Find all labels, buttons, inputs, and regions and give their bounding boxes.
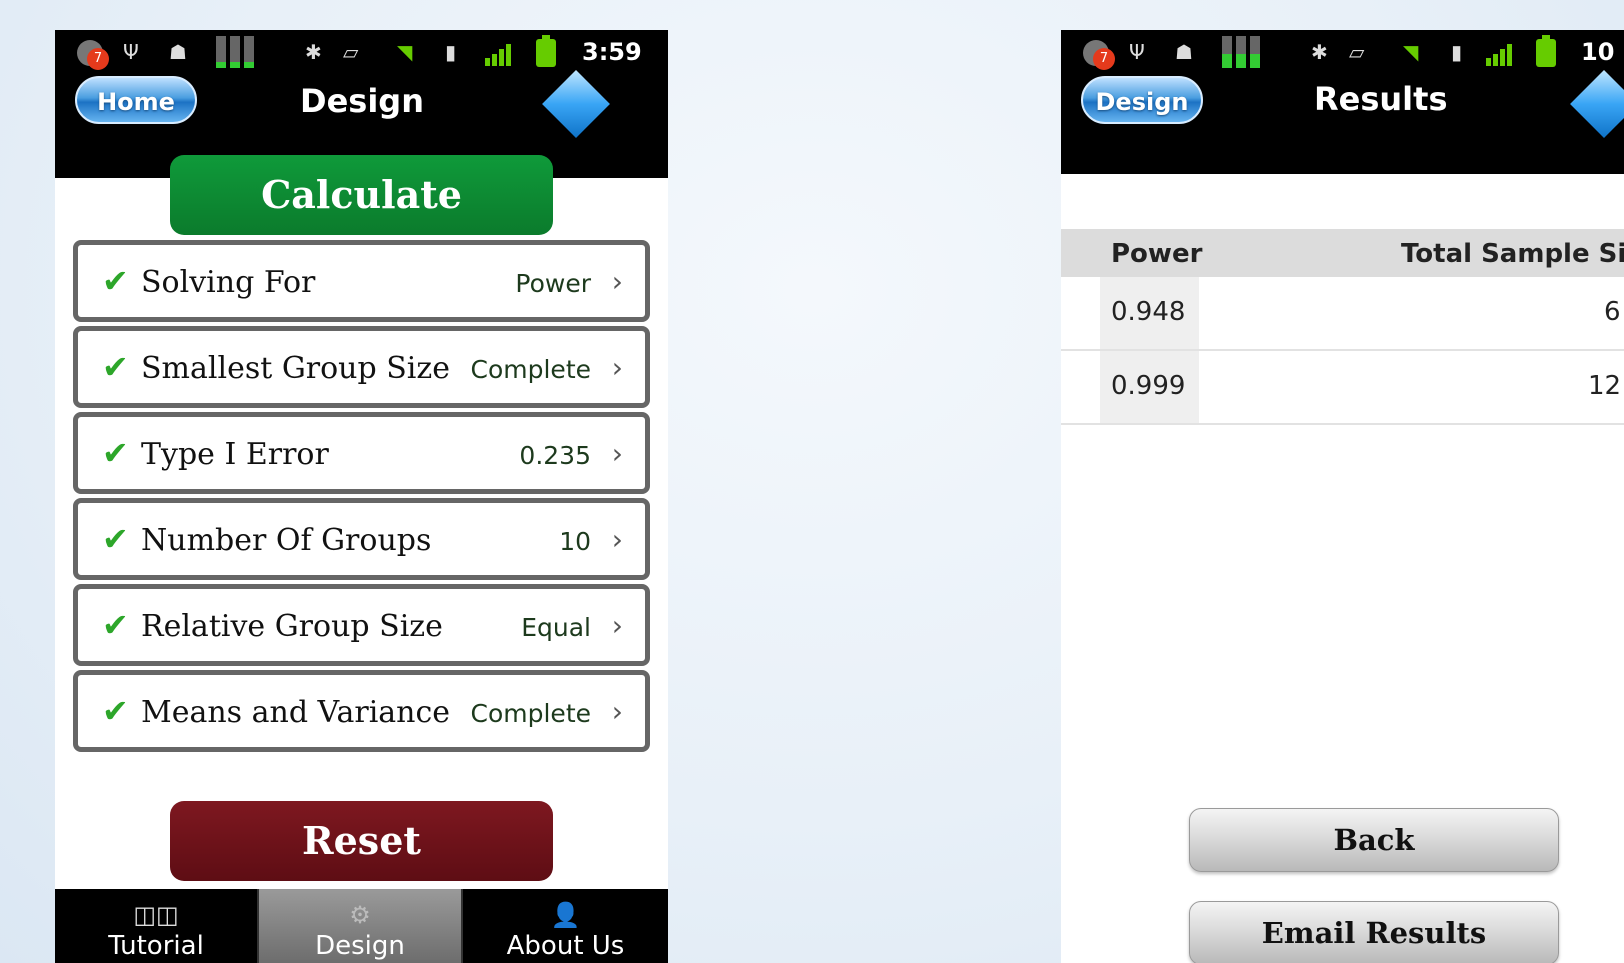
notification-badge: 7 [1093, 48, 1115, 70]
status-bar: 7 Ψ ☗ ✱ ▱ ◥ ▮ 10 [1061, 30, 1624, 74]
setting-label: Type I Error [141, 437, 329, 472]
clock: 3:59 [582, 38, 642, 66]
setting-label: Smallest Group Size [141, 351, 450, 386]
usb-icon: Ψ [123, 40, 139, 64]
notification-badge: 7 [87, 48, 109, 70]
results-table-header: Power Total Sample Si [1061, 229, 1624, 277]
email-results-button[interactable]: Email Results [1189, 901, 1559, 963]
person-icon: 👤 [550, 901, 581, 929]
signal-icon [485, 42, 517, 66]
back-button[interactable]: Back [1189, 808, 1559, 872]
tab-tutorial[interactable]: ◫◫ Tutorial [55, 889, 257, 963]
check-icon: ✔ [102, 348, 129, 386]
notification-icon: 7 [1081, 38, 1115, 70]
chevron-right-icon: › [611, 437, 623, 470]
design-back-button[interactable]: Design [1081, 76, 1203, 124]
column-header-power: Power [1111, 239, 1203, 269]
notification-icon: 7 [75, 38, 109, 70]
setting-value: Complete [470, 699, 591, 728]
wifi-icon: ◥ [397, 40, 413, 64]
power-cell: 0.948 [1111, 297, 1186, 327]
design-screen: 7 Ψ ☗ ✱ ▱ ◥ ▮ 3:59 Home Design Calculate… [55, 30, 668, 963]
vibrate-icon: ▱ [1349, 40, 1365, 64]
sample-size-cell: 12 [1588, 371, 1622, 401]
storage-bars-icon [216, 36, 256, 68]
sim-icon: ▮ [1451, 40, 1463, 64]
setting-row-means-and-variance[interactable]: ✔ Means and Variance Complete › [73, 670, 650, 752]
battery-icon [536, 35, 556, 67]
setting-label: Relative Group Size [141, 609, 443, 644]
check-icon: ✔ [102, 692, 129, 730]
tab-bar: ◫◫ Tutorial ⚙ Design 👤 About Us [55, 889, 668, 963]
bluetooth-icon: ✱ [1311, 40, 1328, 64]
tab-label: About Us [506, 931, 625, 961]
setting-row-relative-group-size[interactable]: ✔ Relative Group Size Equal › [73, 584, 650, 666]
power-cell: 0.999 [1111, 371, 1186, 401]
signal-icon [1486, 42, 1518, 66]
chevron-right-icon: › [611, 695, 623, 728]
check-icon: ✔ [102, 520, 129, 558]
diamond-logo-icon[interactable] [1570, 70, 1624, 138]
tab-about-us[interactable]: 👤 About Us [463, 889, 668, 963]
results-screen: 7 Ψ ☗ ✱ ▱ ◥ ▮ 10 Design Results Power To… [1061, 30, 1624, 963]
table-row: 0.948 6 [1061, 277, 1624, 351]
reset-button[interactable]: Reset [170, 801, 553, 881]
column-header-total-sample-size: Total Sample Si [1401, 239, 1624, 269]
setting-value: 0.235 [519, 441, 591, 470]
gears-icon: ⚙ [349, 901, 371, 929]
tab-label: Tutorial [108, 931, 204, 961]
title-bar: Design Results [1061, 70, 1624, 174]
setting-value: Power [515, 269, 591, 298]
tab-design[interactable]: ⚙ Design [259, 889, 461, 963]
android-debug-icon: ☗ [169, 40, 187, 64]
setting-value: Equal [521, 613, 591, 642]
chevron-right-icon: › [611, 523, 623, 556]
chevron-right-icon: › [611, 265, 623, 298]
battery-charging-icon [1536, 35, 1556, 67]
bluetooth-icon: ✱ [305, 40, 322, 64]
chevron-right-icon: › [611, 351, 623, 384]
table-row: 0.999 12 [1061, 351, 1624, 425]
storage-bars-icon [1222, 36, 1262, 68]
android-debug-icon: ☗ [1175, 40, 1193, 64]
setting-value: 10 [559, 527, 591, 556]
setting-label: Means and Variance [141, 695, 451, 730]
setting-row-smallest-group-size[interactable]: ✔ Smallest Group Size Complete › [73, 326, 650, 408]
setting-row-solving-for[interactable]: ✔ Solving For Power › [73, 240, 650, 322]
setting-value: Complete [470, 355, 591, 384]
check-icon: ✔ [102, 434, 129, 472]
vibrate-icon: ▱ [343, 40, 359, 64]
tab-label: Design [315, 931, 405, 961]
calculate-button[interactable]: Calculate [170, 155, 553, 235]
chevron-right-icon: › [611, 609, 623, 642]
clock: 10 [1581, 38, 1615, 66]
status-bar: 7 Ψ ☗ ✱ ▱ ◥ ▮ 3:59 [55, 30, 668, 74]
home-button[interactable]: Home [75, 76, 197, 124]
wifi-icon: ◥ [1403, 40, 1419, 64]
setting-row-type-i-error[interactable]: ✔ Type I Error 0.235 › [73, 412, 650, 494]
sim-icon: ▮ [445, 40, 457, 64]
sample-size-cell: 6 [1604, 297, 1621, 327]
glasses-icon: ◫◫ [133, 901, 179, 929]
diamond-logo-icon[interactable] [542, 70, 610, 138]
check-icon: ✔ [102, 606, 129, 644]
page-title: Design [300, 82, 424, 120]
setting-label: Solving For [141, 265, 316, 300]
usb-icon: Ψ [1129, 40, 1145, 64]
page-title: Results [1314, 80, 1448, 118]
check-icon: ✔ [102, 262, 129, 300]
setting-label: Number Of Groups [141, 523, 432, 558]
setting-row-number-of-groups[interactable]: ✔ Number Of Groups 10 › [73, 498, 650, 580]
